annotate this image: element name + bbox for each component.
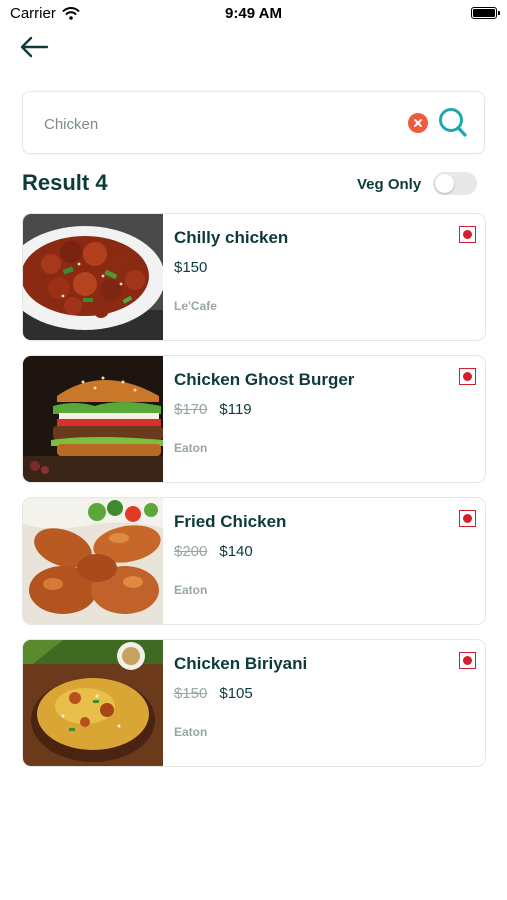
item-prices: $150 $105 — [174, 685, 253, 702]
item-prices: $170 $119 — [174, 401, 252, 418]
result-card[interactable]: Chilly chicken $150 Le'Cafe — [22, 213, 486, 341]
toggle-knob — [435, 174, 454, 193]
fried-chicken-photo — [23, 498, 163, 624]
chilly-chicken-photo — [23, 214, 163, 340]
item-name: Chilly chicken — [174, 228, 289, 247]
non-veg-icon — [459, 652, 476, 669]
item-restaurant: Le'Cafe — [174, 299, 217, 313]
item-name: Chicken Ghost Burger — [174, 370, 355, 389]
clock: 9:49 AM — [225, 5, 282, 22]
item-price: $119 — [219, 401, 252, 418]
item-restaurant: Eaton — [174, 725, 208, 739]
result-card[interactable]: Fried Chicken $200 $140 Eaton — [22, 497, 486, 625]
item-price: $105 — [219, 685, 253, 702]
veg-only-toggle[interactable] — [433, 172, 477, 195]
item-old-price: $150 — [174, 685, 208, 702]
clear-search-button[interactable] — [408, 113, 428, 133]
item-old-price: $170 — [174, 401, 208, 418]
burger-photo — [23, 356, 163, 482]
result-count: Result 4 — [22, 170, 108, 195]
non-veg-icon — [459, 368, 476, 385]
status-bar: Carrier 9:49 AM — [0, 0, 507, 28]
item-prices: $200 $140 — [174, 543, 253, 560]
result-list: Chilly chicken $150 Le'Cafe Chicken Ghos… — [22, 213, 486, 781]
item-prices: $150 — [174, 259, 207, 276]
back-button[interactable] — [18, 34, 50, 60]
result-card[interactable]: Chicken Biriyani $150 $105 Eaton — [22, 639, 486, 767]
veg-only-label: Veg Only — [357, 176, 422, 193]
item-price: $140 — [219, 543, 253, 560]
search-input[interactable] — [42, 111, 406, 137]
non-veg-icon — [459, 510, 476, 527]
item-restaurant: Eaton — [174, 441, 208, 455]
item-price: $150 — [174, 259, 208, 276]
item-old-price: $200 — [174, 543, 208, 560]
search-button[interactable] — [437, 106, 469, 140]
search-bar — [22, 91, 485, 154]
battery-icon — [471, 7, 500, 19]
non-veg-icon — [459, 226, 476, 243]
result-card[interactable]: Chicken Ghost Burger $170 $119 Eaton — [22, 355, 486, 483]
arrow-left-icon — [20, 36, 49, 58]
item-restaurant: Eaton — [174, 583, 208, 597]
search-icon — [439, 108, 467, 137]
clear-icon — [414, 119, 422, 127]
biriyani-photo — [23, 640, 163, 766]
item-name: Chicken Biriyani — [174, 654, 308, 673]
item-name: Fried Chicken — [174, 512, 287, 531]
